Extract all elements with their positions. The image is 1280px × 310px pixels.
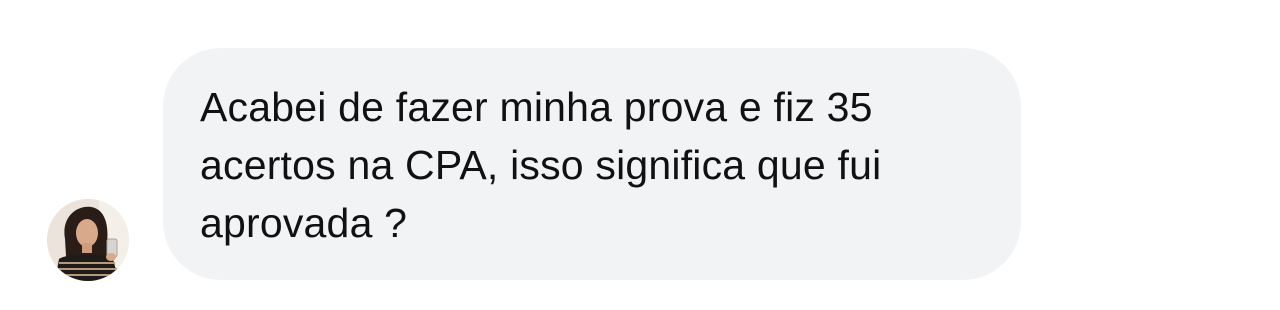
message-text: Acabei de fazer minha prova e fiz 35 ace… xyxy=(200,84,882,246)
message-row: Acabei de fazer minha prova e fiz 35 ace… xyxy=(0,0,1280,310)
profile-photo-icon xyxy=(47,199,129,281)
avatar[interactable] xyxy=(47,199,129,281)
message-bubble[interactable]: Acabei de fazer minha prova e fiz 35 ace… xyxy=(163,48,1021,280)
